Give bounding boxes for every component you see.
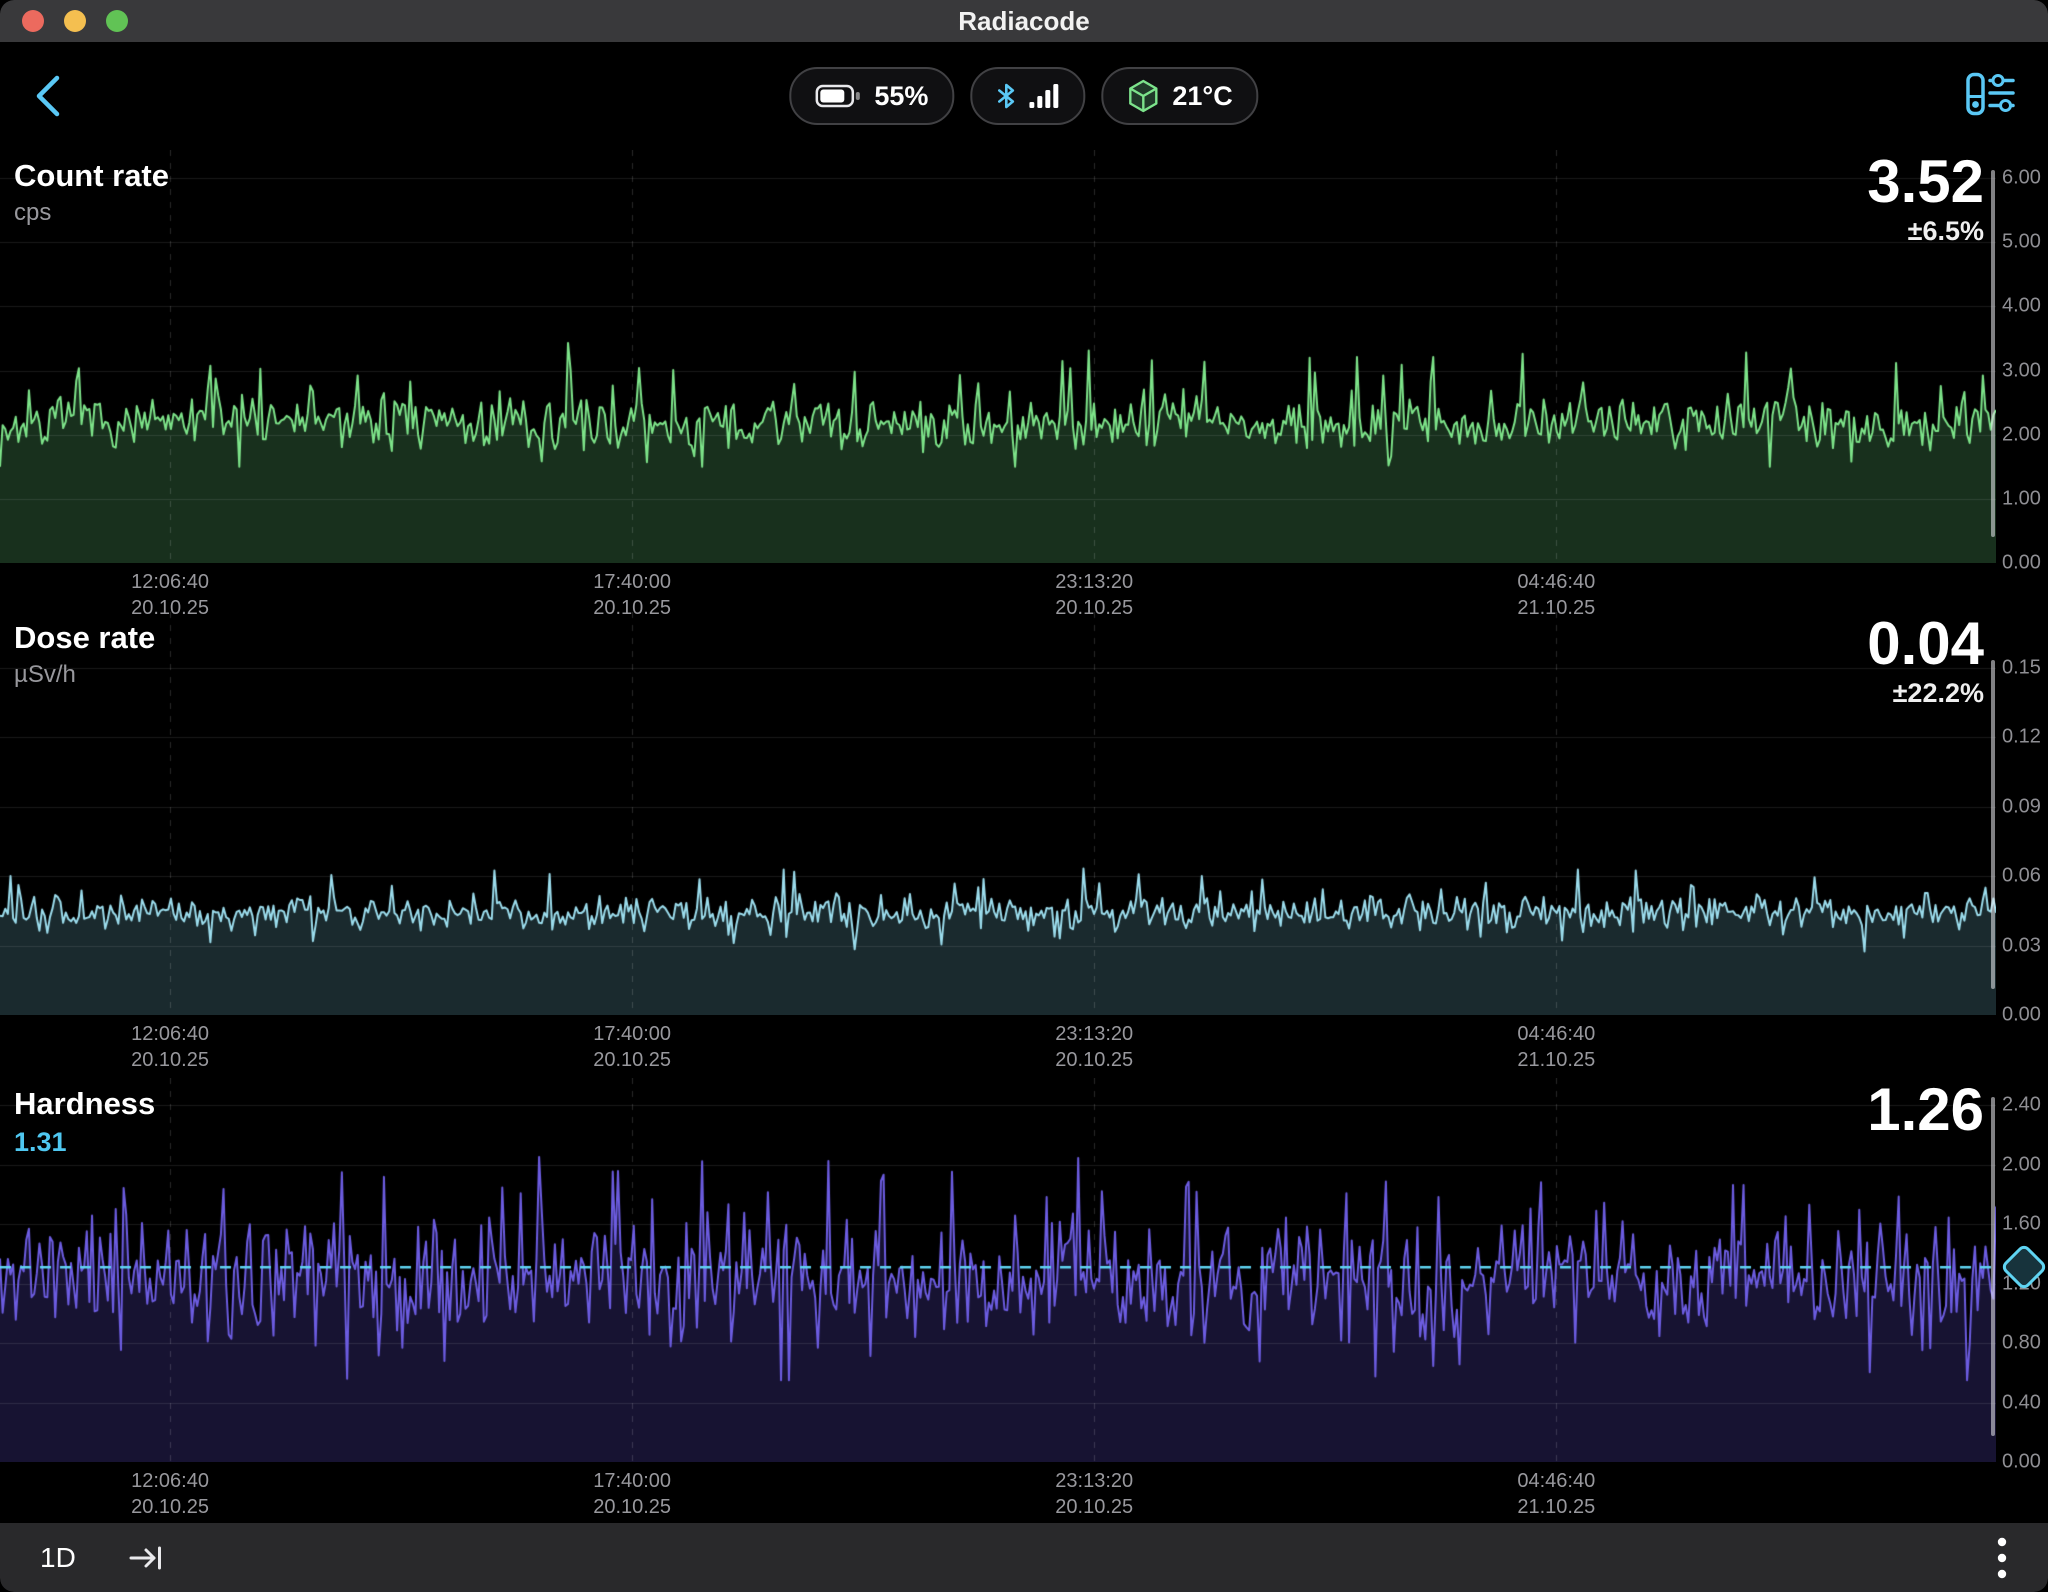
back-button[interactable] — [26, 70, 70, 122]
chart-header: Hardness 1.31 — [14, 1086, 155, 1158]
chevron-left-icon — [32, 73, 64, 119]
x-tick-label: 12:06:4020.10.25 — [131, 1468, 209, 1520]
temperature-value: 21°C — [1172, 81, 1232, 112]
count-rate-chart-section: Count rate cps 3.52 ±6.5% 6.00 5.00 4.00 3.… — [0, 150, 2048, 610]
y-tick-label: 0.03 — [2002, 934, 2041, 957]
y-tick-label: 0.00 — [2002, 1004, 2041, 1027]
x-axis: 12:06:4020.10.2517:40:0020.10.2523:13:20… — [0, 1462, 1996, 1510]
close-window-button[interactable] — [22, 10, 44, 32]
cube-icon — [1127, 79, 1159, 113]
y-tick-label: 0.06 — [2002, 865, 2041, 888]
y-tick-label: 0.12 — [2002, 726, 2041, 749]
x-axis: 12:06:4020.10.2517:40:0020.10.2523:13:20… — [0, 1015, 1996, 1063]
dose-rate-canvas[interactable] — [0, 612, 1996, 1015]
bottom-bar: 1D — [0, 1523, 2048, 1592]
time-range-button[interactable]: 1D — [40, 1542, 76, 1574]
threshold-value-label: 1.31 — [14, 1127, 155, 1158]
chart-title: Dose rate — [14, 620, 155, 656]
y-tick-label: 2.00 — [2002, 423, 2041, 446]
chart-unit: µSv/h — [14, 661, 155, 689]
signal-bars-icon — [1029, 84, 1059, 108]
x-tick-label: 23:13:2020.10.25 — [1055, 1468, 1133, 1520]
x-tick-label: 17:40:0020.10.25 — [593, 1021, 671, 1073]
current-value-block: 1.26 — [1867, 1078, 1984, 1141]
dose-rate-chart-section: Dose rate µSv/h 0.04 ±22.2% 0.15 0.12 0.09… — [0, 612, 2048, 1062]
y-tick-label: 5.00 — [2002, 231, 2041, 254]
y-tick-label: 0.15 — [2002, 657, 2041, 680]
device-settings-icon — [1960, 66, 2018, 124]
more-options-button[interactable] — [1990, 1534, 2014, 1582]
current-value: 0.04 — [1867, 612, 1984, 675]
y-tick-label: 0.40 — [2002, 1391, 2041, 1414]
chart-header: Count rate cps — [14, 158, 169, 227]
chart-unit: cps — [14, 199, 169, 227]
y-zoom-scrollbar[interactable] — [1991, 660, 1995, 989]
y-axis: 6.005.004.003.002.001.000.00 — [1996, 150, 2048, 563]
chart-header: Dose rate µSv/h — [14, 620, 155, 689]
hardness-chart-section: Hardness 1.31 1.26 2.402.001.601.200.800… — [0, 1078, 2048, 1510]
y-tick-label: 2.00 — [2002, 1153, 2041, 1176]
minimize-window-button[interactable] — [64, 10, 86, 32]
temperature-pill[interactable]: 21°C — [1101, 67, 1258, 125]
chart-title: Hardness — [14, 1086, 155, 1122]
current-value: 3.52 — [1867, 150, 1984, 213]
toolbar: 55% 21°C — [0, 42, 2048, 150]
y-zoom-scrollbar[interactable] — [1991, 170, 1995, 537]
count-rate-plot — [0, 150, 1996, 563]
y-zoom-scrollbar[interactable] — [1991, 1097, 1995, 1436]
x-tick-label: 12:06:4020.10.25 — [131, 1021, 209, 1073]
battery-percentage: 55% — [874, 81, 928, 112]
hardness-canvas[interactable] — [0, 1078, 1996, 1462]
traffic-lights — [22, 0, 128, 42]
x-tick-label: 23:13:2020.10.25 — [1055, 1021, 1133, 1073]
status-pills: 55% 21°C — [789, 67, 1258, 125]
zoom-window-button[interactable] — [106, 10, 128, 32]
current-value: 1.26 — [1867, 1078, 1984, 1141]
y-axis: 0.150.120.090.060.030.00 — [1996, 612, 2048, 1015]
y-tick-label: 0.09 — [2002, 795, 2041, 818]
uncertainty-value: ±22.2% — [1867, 678, 1984, 709]
title-bar: Radiacode — [0, 0, 2048, 42]
current-value-block: 0.04 ±22.2% — [1867, 612, 1984, 709]
chart-title: Count rate — [14, 158, 169, 194]
y-tick-label: 3.00 — [2002, 359, 2041, 382]
y-tick-label: 0.00 — [2002, 552, 2041, 575]
y-tick-label: 1.00 — [2002, 487, 2041, 510]
x-tick-label: 04:46:4021.10.25 — [1517, 1468, 1595, 1520]
window-title: Radiacode — [958, 6, 1090, 37]
y-tick-label: 2.40 — [2002, 1094, 2041, 1117]
bluetooth-signal-pill[interactable] — [970, 67, 1085, 125]
kebab-menu-icon — [1996, 1535, 2008, 1581]
x-tick-label: 17:40:0020.10.25 — [593, 1468, 671, 1520]
hardness-plot — [0, 1078, 1996, 1462]
count-rate-canvas[interactable] — [0, 150, 1996, 563]
bluetooth-icon — [996, 82, 1016, 110]
battery-status-pill[interactable]: 55% — [789, 67, 954, 125]
battery-icon — [815, 83, 861, 109]
uncertainty-value: ±6.5% — [1867, 216, 1984, 247]
y-tick-label: 6.00 — [2002, 167, 2041, 190]
skip-to-latest-button[interactable] — [128, 1543, 164, 1573]
skip-to-end-icon — [128, 1543, 164, 1573]
device-settings-button[interactable] — [1954, 65, 2024, 128]
y-tick-label: 0.80 — [2002, 1332, 2041, 1355]
app-window: Radiacode 55% — [0, 0, 2048, 1592]
x-axis: 12:06:4020.10.2517:40:0020.10.2523:13:20… — [0, 563, 1996, 611]
y-tick-label: 4.00 — [2002, 295, 2041, 318]
y-tick-label: 0.00 — [2002, 1451, 2041, 1474]
current-value-block: 3.52 ±6.5% — [1867, 150, 1984, 247]
y-tick-label: 1.60 — [2002, 1213, 2041, 1236]
x-tick-label: 04:46:4021.10.25 — [1517, 1021, 1595, 1073]
dose-rate-plot — [0, 612, 1996, 1015]
